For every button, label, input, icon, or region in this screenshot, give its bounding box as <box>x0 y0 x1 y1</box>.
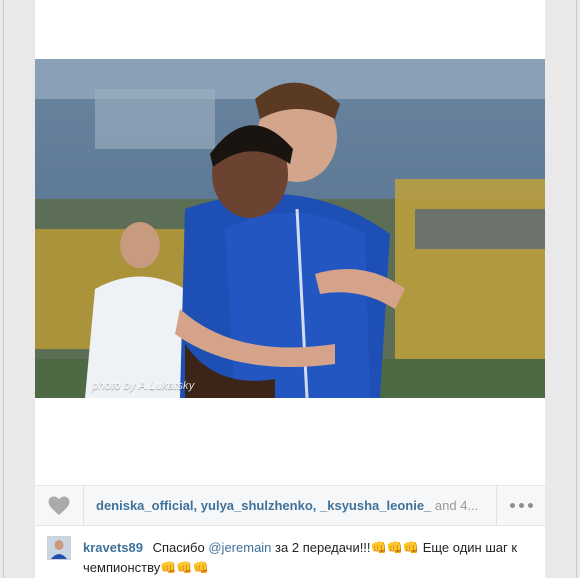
heart-icon <box>48 495 70 515</box>
comment-body-end: за 2 передачи!!!👊👊👊 Еще один шаг к чемпи… <box>83 540 518 575</box>
comment-text: kravets89 Спасибо @jeremain за 2 передач… <box>83 538 535 578</box>
liker-separator: , <box>193 498 201 513</box>
liker-link[interactable]: deniska_official <box>96 498 194 513</box>
avatar-image <box>48 537 70 559</box>
liker-link[interactable]: yulya_shulzhenko <box>201 498 313 513</box>
like-button[interactable] <box>35 486 84 525</box>
more-options-button[interactable] <box>496 486 545 525</box>
liker-link[interactable]: _ksyusha_leonie_ <box>320 498 431 513</box>
photo-illustration <box>35 59 545 398</box>
likes-bar: deniska_official, yulya_shulzhenko, _ksy… <box>35 485 545 526</box>
avatar[interactable] <box>47 536 71 560</box>
comment-mention[interactable]: @jeremain <box>208 540 271 555</box>
right-frame-border <box>576 0 577 578</box>
likers-list: deniska_official, yulya_shulzhenko, _ksy… <box>96 486 478 525</box>
more-dots-icon <box>527 503 533 508</box>
left-frame-border <box>3 0 4 578</box>
more-dots-icon <box>509 503 515 508</box>
photo-credit: photo by A.Lukatsky <box>92 380 195 392</box>
comment-username[interactable]: kravets89 <box>83 540 143 555</box>
comment-body-start: Спасибо <box>152 540 205 555</box>
liker-separator: , <box>312 498 320 513</box>
post-photo[interactable]: photo by A.Lukatsky <box>35 59 545 398</box>
more-likers-link[interactable]: and 4... <box>435 498 478 513</box>
more-dots-icon <box>518 503 524 508</box>
comment-item: kravets89 Спасибо @jeremain за 2 передач… <box>35 527 545 578</box>
